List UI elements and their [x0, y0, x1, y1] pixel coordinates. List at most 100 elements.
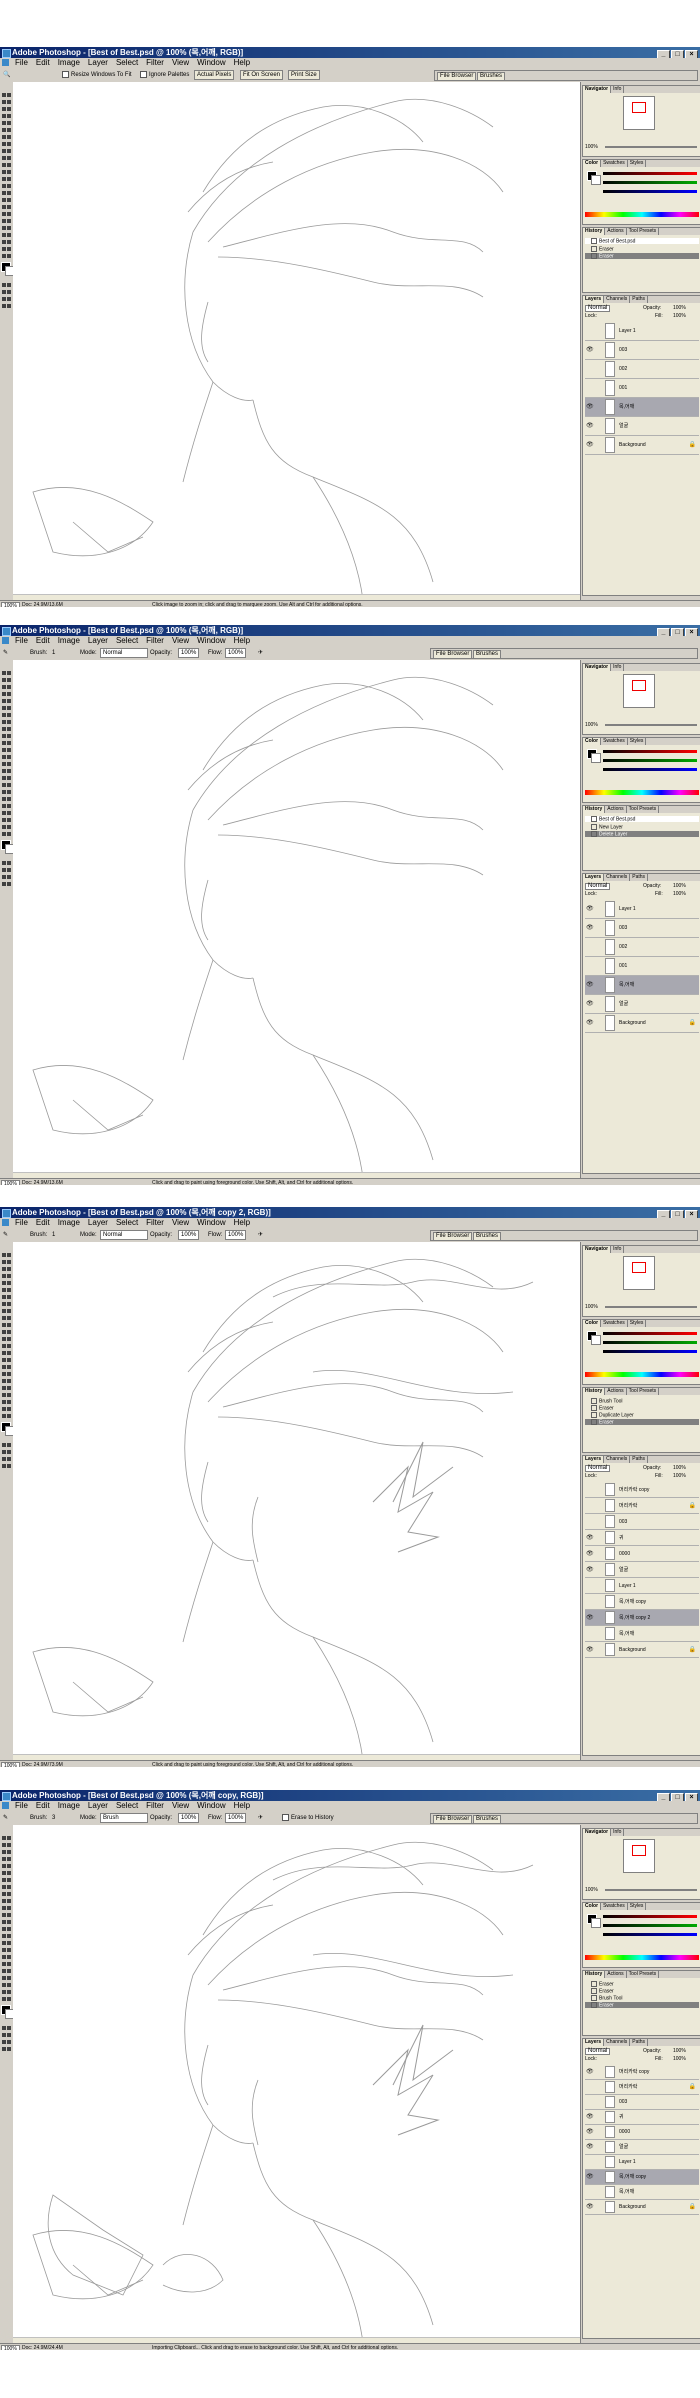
tool-button[interactable] [1, 197, 12, 203]
layer-row[interactable]: 002 [585, 938, 699, 957]
menu-edit[interactable]: Edit [32, 1218, 54, 1228]
tool-button[interactable] [1, 162, 12, 168]
visibility-eye-icon[interactable]: 👁 [586, 2069, 594, 2075]
palette-tab-navigator[interactable]: Navigator [583, 86, 612, 93]
blend-mode-select[interactable]: Normal [585, 883, 611, 890]
mode-button[interactable] [1, 2032, 12, 2038]
menu-edit[interactable]: Edit [32, 1801, 54, 1811]
palette-tab-info[interactable]: Info [611, 1829, 625, 1836]
blue-slider[interactable] [603, 190, 697, 193]
green-slider[interactable] [603, 759, 697, 762]
menu-view[interactable]: View [168, 1801, 193, 1811]
blue-slider[interactable] [603, 1350, 697, 1353]
palette-tab-tool-presets[interactable]: Tool Presets [627, 1388, 660, 1395]
tool-button[interactable] [1, 1329, 12, 1335]
palette-well-tab-brushes[interactable]: Brushes [473, 1232, 502, 1241]
navigator-view-box[interactable] [632, 102, 646, 113]
tool-button[interactable] [1, 239, 12, 245]
tool-button[interactable] [1, 1322, 12, 1328]
tool-button[interactable] [1, 1926, 12, 1932]
tool-button[interactable] [1, 698, 12, 704]
history-item[interactable]: Brush Tool [585, 1398, 699, 1404]
history-item[interactable]: Eraser [585, 2002, 699, 2008]
tool-button[interactable] [1, 677, 12, 683]
menu-filter[interactable]: Filter [142, 1218, 168, 1228]
tool-button[interactable] [1, 684, 12, 690]
red-slider[interactable] [603, 1915, 697, 1918]
mode-button[interactable] [1, 874, 12, 880]
palette-tab-channels[interactable]: Channels [604, 296, 631, 303]
menu-image[interactable]: Image [54, 636, 84, 646]
layer-row[interactable]: 👁 목,어깨 copy [585, 2170, 699, 2185]
tool-button[interactable] [1, 1413, 12, 1419]
checkbox-box[interactable] [140, 70, 147, 78]
brush-size[interactable]: 1 [52, 1228, 55, 1242]
tool-button[interactable] [1, 1933, 12, 1939]
green-slider[interactable] [603, 181, 697, 184]
layer-row[interactable]: 👁 Background 🔒 [585, 1642, 699, 1658]
layer-row[interactable]: 👁 목,어깨 [585, 398, 699, 417]
tool-button[interactable] [1, 1343, 12, 1349]
tool-button[interactable] [1, 183, 12, 189]
red-slider[interactable] [603, 172, 697, 175]
menu-window[interactable]: Window [193, 1801, 229, 1811]
history-item[interactable]: Delete Layer [585, 831, 699, 837]
tool-button[interactable] [1, 1357, 12, 1363]
layer-row[interactable]: 👁 003 [585, 919, 699, 938]
mode-button[interactable] [1, 1456, 12, 1462]
tool-button[interactable] [1, 726, 12, 732]
actual-pixels-button[interactable]: Actual Pixels [194, 70, 235, 80]
tool-button[interactable] [1, 1315, 12, 1321]
tool-button[interactable] [1, 1982, 12, 1988]
visibility-eye-icon[interactable]: 👁 [586, 906, 594, 912]
palette-tab-info[interactable]: Info [611, 664, 625, 671]
menu-view[interactable]: View [168, 1218, 193, 1228]
color-spectrum-ramp[interactable] [585, 790, 699, 795]
airbrush-icon[interactable]: ✈ [258, 1811, 263, 1825]
navigator-thumbnail[interactable] [623, 1839, 655, 1873]
palette-tab-tool-presets[interactable]: Tool Presets [627, 228, 660, 235]
layer-row[interactable]: 👁 0000 [585, 1546, 699, 1562]
mode-button[interactable] [1, 296, 12, 302]
menu-select[interactable]: Select [112, 58, 142, 68]
palette-tab-channels[interactable]: Channels [604, 2039, 631, 2046]
flow-field[interactable]: 100% [225, 648, 247, 658]
menu-edit[interactable]: Edit [32, 58, 54, 68]
navigator-zoom-slider[interactable]: 100% [585, 1887, 699, 1893]
tool-button[interactable] [1, 824, 12, 830]
layer-row[interactable]: 👁 목,어깨 copy 2 [585, 1610, 699, 1626]
tool-button[interactable] [1, 1336, 12, 1342]
tool-button[interactable] [1, 740, 12, 746]
blue-slider[interactable] [603, 768, 697, 771]
visibility-eye-icon[interactable]: 👁 [586, 1020, 594, 1026]
navigator-view-box[interactable] [632, 680, 646, 691]
palette-tab-layers[interactable]: Layers [583, 874, 605, 881]
tool-button[interactable] [1, 1961, 12, 1967]
color-background-swatch[interactable] [591, 1918, 601, 1928]
tool-button[interactable] [1, 225, 12, 231]
tool-button[interactable] [1, 719, 12, 725]
zoom-track[interactable] [605, 146, 697, 148]
ignore-palettes-checkbox[interactable]: Ignore Palettes [140, 68, 189, 82]
mode-button[interactable] [1, 1463, 12, 1469]
tool-button[interactable] [1, 1364, 12, 1370]
menu-select[interactable]: Select [112, 1218, 142, 1228]
tool-button[interactable] [1, 789, 12, 795]
tool-button[interactable] [1, 1399, 12, 1405]
mode-button[interactable] [1, 881, 12, 887]
palette-well-tab-file-browser[interactable]: File Browser [437, 72, 477, 81]
color-background-swatch[interactable] [591, 1335, 601, 1345]
current-tool-icon[interactable]: ✎ [3, 1228, 8, 1242]
menu-filter[interactable]: Filter [142, 1801, 168, 1811]
navigator-view-box[interactable] [632, 1845, 646, 1856]
mode-select[interactable]: Brush [100, 1813, 148, 1823]
tool-button[interactable] [1, 1877, 12, 1883]
visibility-eye-icon[interactable]: 👁 [586, 1567, 594, 1573]
tool-button[interactable] [1, 1350, 12, 1356]
fill-value[interactable]: 100% [673, 1473, 686, 1479]
mode-button[interactable] [1, 1442, 12, 1448]
tool-button[interactable] [1, 775, 12, 781]
palette-tab-swatches[interactable]: Swatches [601, 1320, 628, 1327]
palette-tab-swatches[interactable]: Swatches [601, 738, 628, 745]
red-slider[interactable] [603, 1332, 697, 1335]
